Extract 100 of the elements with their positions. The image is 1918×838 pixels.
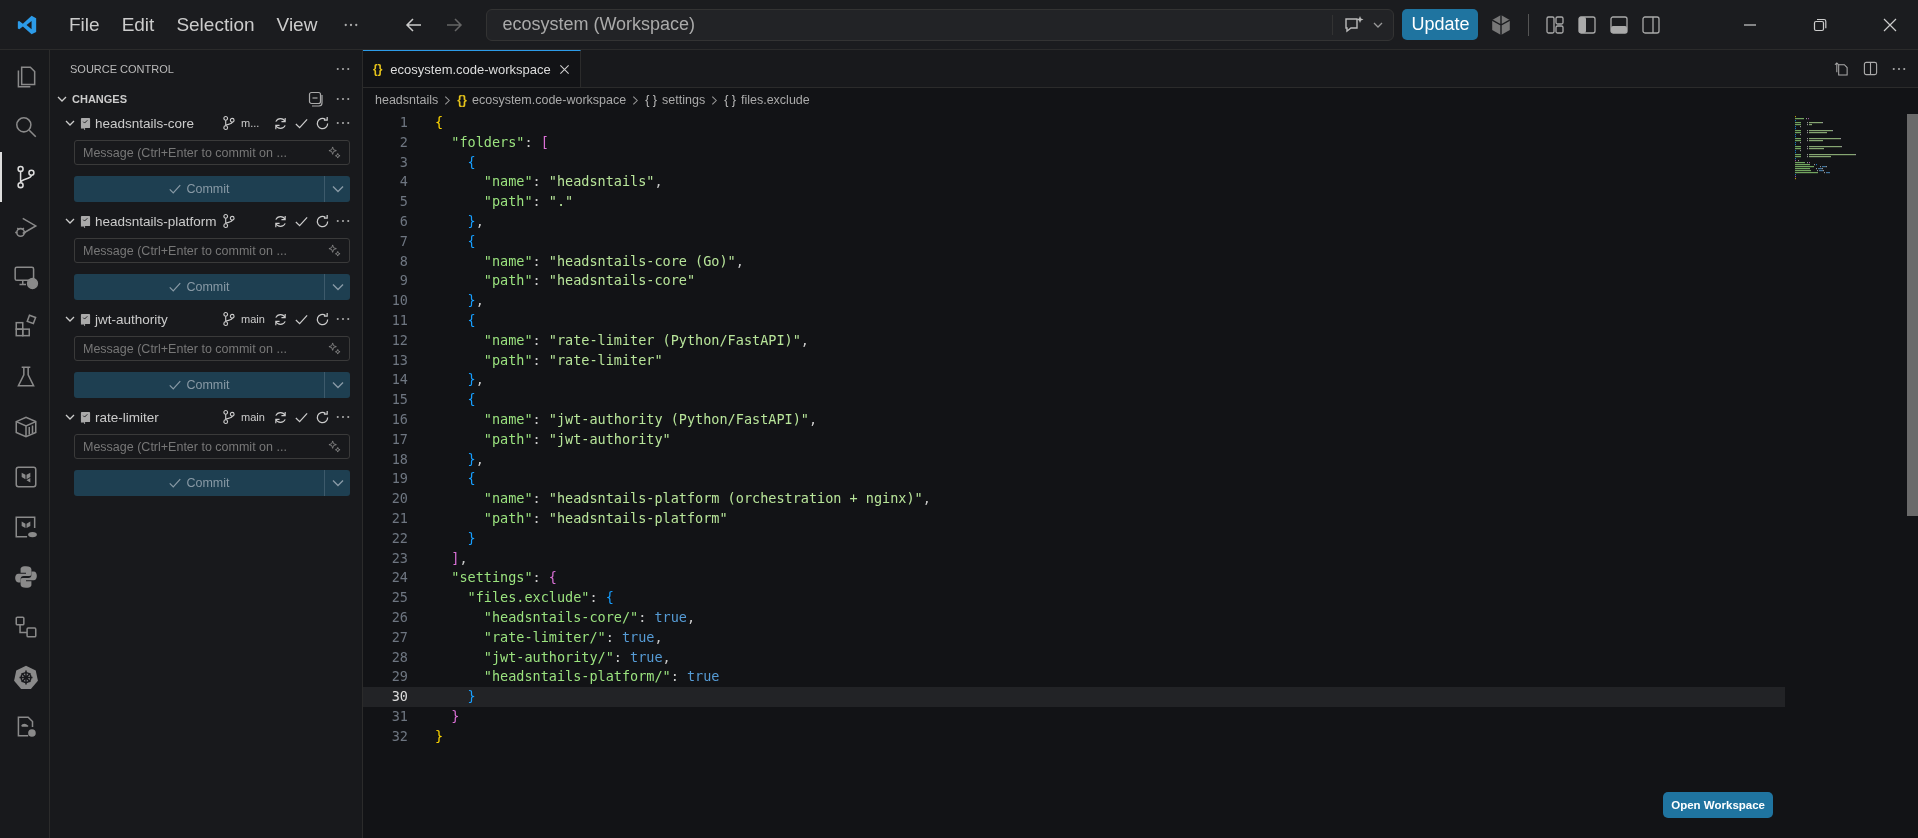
- menu-item[interactable]: Edit: [110, 13, 166, 36]
- commit-button[interactable]: Commit: [74, 372, 324, 398]
- menu-item[interactable]: File: [58, 13, 111, 36]
- repository-icon: [80, 214, 91, 228]
- line-number: 7: [398, 231, 409, 251]
- branch-icon[interactable]: [222, 311, 235, 327]
- code-line: {: [466, 310, 476, 330]
- commit-message-field[interactable]: Message (Ctrl+Enter to commit on ...: [74, 434, 350, 459]
- code-line: "name": "jwt-authority (Python/FastAPI)",: [482, 409, 818, 429]
- refresh-icon[interactable]: [315, 409, 330, 425]
- sync-icon[interactable]: [273, 311, 288, 327]
- chat-sparkle-icon[interactable]: [1332, 14, 1366, 35]
- breadcrumb-item[interactable]: { } settings: [645, 93, 706, 107]
- commit-message-field[interactable]: Message (Ctrl+Enter to commit on ...: [74, 238, 350, 263]
- branch-name[interactable]: main: [241, 313, 267, 325]
- commit-message-field[interactable]: Message (Ctrl+Enter to commit on ...: [74, 140, 350, 165]
- line-number: 25: [390, 588, 409, 608]
- close-icon[interactable]: [558, 63, 570, 75]
- sparkle-icon[interactable]: [328, 146, 341, 159]
- section-header[interactable]: CHANGES: [72, 93, 127, 105]
- editor-tab[interactable]: {} ecosystem.code-workspace: [363, 50, 581, 87]
- line-number: 19: [390, 469, 409, 489]
- more-icon[interactable]: [336, 317, 350, 321]
- chevron-right-icon: [632, 94, 640, 106]
- open-changes-icon[interactable]: [1834, 61, 1849, 76]
- refresh-icon[interactable]: [315, 311, 330, 327]
- breadcrumb-item[interactable]: headsntails: [375, 93, 439, 107]
- sparkle-icon[interactable]: [328, 342, 341, 355]
- more-icon[interactable]: [336, 121, 350, 125]
- more-icon[interactable]: [344, 22, 359, 27]
- commit-button[interactable]: Commit: [74, 176, 324, 202]
- refresh-icon[interactable]: [315, 213, 330, 229]
- restore-icon[interactable]: [1812, 16, 1828, 33]
- chevron-down-icon: [331, 185, 344, 193]
- commit-message-field[interactable]: Message (Ctrl+Enter to commit on ...: [74, 336, 350, 361]
- more-icon[interactable]: [336, 219, 350, 223]
- more-icon[interactable]: [336, 97, 350, 101]
- commit-button[interactable]: Commit: [74, 274, 324, 300]
- commit-button[interactable]: Commit: [74, 470, 324, 496]
- sync-icon[interactable]: [273, 409, 288, 425]
- command-center-field[interactable]: ecosystem (Workspace): [486, 8, 1395, 41]
- menu-item[interactable]: Selection: [165, 13, 266, 36]
- repository-icon: [80, 312, 91, 326]
- toggle-panel-icon[interactable]: [1609, 14, 1630, 35]
- caret-icon[interactable]: [1373, 21, 1384, 28]
- close-icon[interactable]: [1882, 16, 1898, 33]
- collapse-all-icon[interactable]: [308, 91, 324, 107]
- code-line: "name": "headsntails-core (Go)",: [482, 251, 744, 271]
- line-number: 22: [390, 528, 409, 548]
- commit-dropdown-button[interactable]: [324, 372, 350, 398]
- commit-dropdown-button[interactable]: [324, 176, 350, 202]
- commit-dropdown-button[interactable]: [324, 274, 350, 300]
- split-editor-icon[interactable]: [1863, 61, 1878, 76]
- code-line: },: [466, 449, 484, 469]
- code-line: }: [450, 706, 460, 726]
- toggle-secondary-sidebar-icon[interactable]: [1641, 14, 1662, 35]
- branch-name[interactable]: m...: [241, 117, 267, 129]
- code-line: "path": ".": [482, 192, 574, 212]
- line-number: 15: [390, 390, 409, 410]
- line-number: 14: [390, 370, 409, 390]
- repository-icon: [80, 410, 91, 424]
- menu-item[interactable]: View: [265, 13, 329, 36]
- branch-icon[interactable]: [222, 409, 235, 425]
- repository-name[interactable]: jwt-authority: [95, 311, 168, 327]
- branch-name[interactable]: main: [241, 411, 267, 423]
- line-number: 9: [398, 271, 409, 291]
- customize-layout-icon[interactable]: [1545, 14, 1566, 35]
- branch-icon[interactable]: [222, 115, 235, 131]
- line-number: 5: [398, 192, 409, 212]
- line-number: 18: [390, 449, 409, 469]
- code-line: {: [466, 152, 476, 172]
- more-icon[interactable]: [336, 415, 350, 419]
- line-number: 17: [390, 429, 409, 449]
- sparkle-icon[interactable]: [328, 440, 341, 453]
- breadcrumb-item[interactable]: {} ecosystem.code-workspace: [457, 93, 627, 107]
- refresh-icon[interactable]: [315, 115, 330, 131]
- line-number: 6: [398, 212, 409, 231]
- branch-icon[interactable]: [222, 213, 235, 229]
- more-icon[interactable]: [1892, 66, 1906, 71]
- commit-dropdown-button[interactable]: [324, 470, 350, 496]
- line-number: 3: [398, 152, 409, 172]
- repository-name[interactable]: headsntails-core: [95, 115, 195, 131]
- code-line: "settings": {: [450, 568, 557, 588]
- toggle-sidebar-icon[interactable]: [1577, 14, 1598, 35]
- sync-icon[interactable]: [273, 213, 288, 229]
- repository-icon: [80, 116, 91, 130]
- cube-icon[interactable]: [1490, 13, 1513, 36]
- sparkle-icon[interactable]: [328, 244, 341, 257]
- scrollbar-thumb[interactable]: [1907, 114, 1918, 516]
- line-number: 2: [398, 132, 409, 152]
- open-workspace-button[interactable]: Open Workspace: [1663, 792, 1773, 818]
- sync-icon[interactable]: [273, 115, 288, 131]
- repository-name[interactable]: headsntails-platform: [95, 213, 217, 229]
- line-number: 4: [398, 172, 409, 192]
- more-icon[interactable]: [336, 67, 350, 71]
- breadcrumb-item[interactable]: { } files.exclude: [724, 93, 810, 107]
- code-line: {: [466, 231, 476, 251]
- repository-name[interactable]: rate-limiter: [95, 409, 159, 425]
- update-button[interactable]: Update: [1402, 9, 1479, 40]
- checkmark-icon: [168, 476, 183, 490]
